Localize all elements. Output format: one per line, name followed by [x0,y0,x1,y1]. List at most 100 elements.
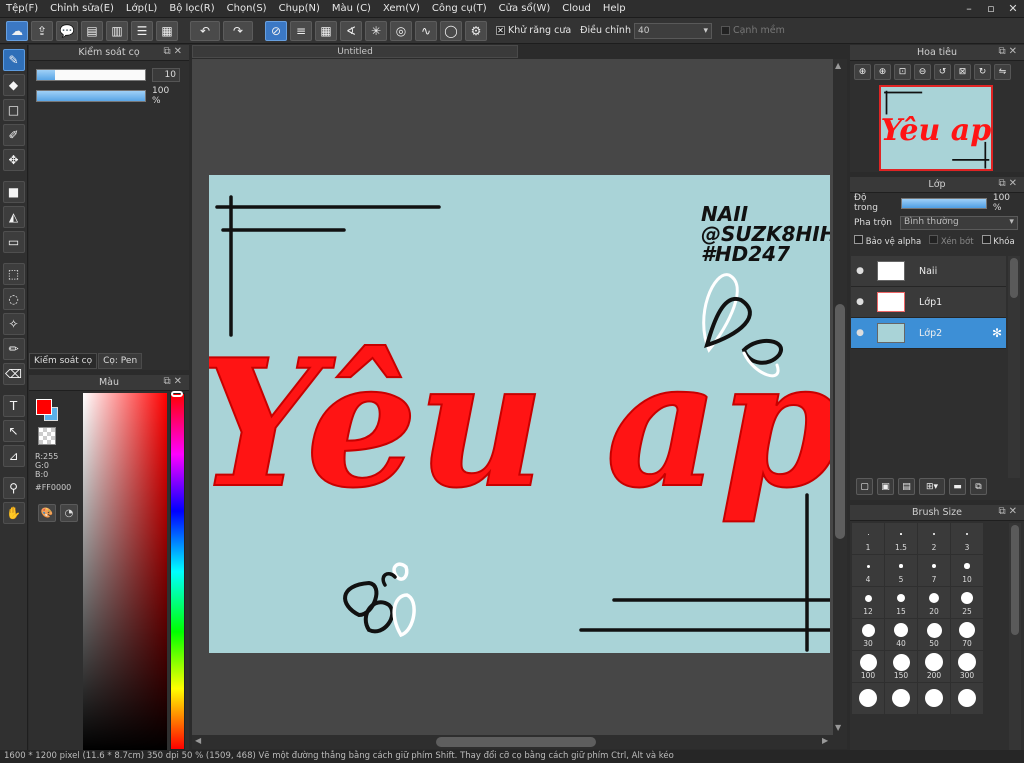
radial-snap-icon[interactable]: ✳ [365,20,387,41]
menu-filter[interactable]: Bộ lọc(R) [163,0,220,18]
brush-size-cell[interactable] [885,683,917,714]
canvas-vertical-scrollbar[interactable]: ▲ ▼ [833,59,847,735]
brush-size-cell[interactable]: 150 [885,651,917,682]
brush-size-cell[interactable]: 12 [852,587,884,618]
brush-size-cell[interactable]: 2 [918,523,950,554]
hue-slider-handle[interactable] [171,391,183,397]
visibility-icon[interactable]: ● [851,297,869,307]
brush-size-cell[interactable]: 15 [885,587,917,618]
saturation-value-picker[interactable] [83,393,167,750]
canvas-workspace[interactable]: NAII @SUZK8HIHI #HD247 Yêu ap [192,59,833,735]
page-icon[interactable]: ▥ [106,20,128,41]
list-icon[interactable]: ☰ [131,20,153,41]
panel-controls-icon[interactable]: ⧉✕ [163,46,185,57]
layer-scrollbar[interactable] [1008,256,1020,478]
tab-brush-control[interactable]: Kiểm soát cọ [29,353,98,369]
menu-cloud[interactable]: Cloud [556,0,597,18]
layer-opacity-slider[interactable] [901,197,987,209]
undo-icon[interactable]: ↶ [190,20,220,41]
duplicate-layer-icon[interactable]: ⧉ [970,478,987,495]
menu-layer[interactable]: Lớp(L) [120,0,163,18]
rotate-left-icon[interactable]: ↺ [934,64,951,80]
transparent-color-swatch[interactable] [38,427,56,445]
no-snap-icon[interactable]: ⊘ [265,20,287,41]
operation-tool-icon[interactable]: ↖ [2,420,25,442]
eyedropper-tool-icon[interactable]: ⚲ [2,477,25,499]
gradient-tool-icon[interactable]: ▭ [2,231,25,253]
new-8bit-layer-icon[interactable]: ▤ [898,478,915,495]
brush-size-slider[interactable] [36,69,146,81]
brush-size-cell[interactable] [951,683,983,714]
clipping-checkbox[interactable]: Xén bớt [929,235,974,247]
close-icon[interactable]: ✕ [1002,2,1024,15]
brush-size-cell[interactable] [852,683,884,714]
tab-brush-pen[interactable]: Cọ: Pen [98,353,143,369]
brush-opacity-slider[interactable] [36,90,146,102]
divide-tool-icon[interactable]: ⊿ [2,445,25,467]
foreground-color-swatch[interactable] [36,399,52,415]
bucket-tool-icon[interactable]: ◭ [2,206,25,228]
panel-controls-icon[interactable]: ⧉✕ [998,46,1020,57]
navigator-preview[interactable]: Yêu ap [879,85,993,171]
flip-icon[interactable]: ⇋ [994,64,1011,80]
parallel-snap-icon[interactable]: ≡ [290,20,312,41]
cloud-icon[interactable]: ☁ [6,20,28,41]
arrow-left-icon[interactable]: ◀ [195,736,201,745]
maximize-icon[interactable]: ▫ [980,2,1002,15]
hue-slider[interactable] [170,393,185,750]
share-icon[interactable]: ⇪ [31,20,53,41]
arrow-down-icon[interactable]: ▼ [835,723,841,732]
brush-size-cell[interactable]: 25 [951,587,983,618]
blend-mode-select[interactable]: Bình thường ▾ [899,216,1018,230]
brush-size-cell[interactable]: 40 [885,619,917,650]
brush-size-cell[interactable]: 4 [852,555,884,586]
layer-row-naii[interactable]: ● Naii [851,256,1006,287]
minimize-icon[interactable]: – [958,2,980,15]
hand-tool-icon[interactable]: ✋ [2,502,25,524]
rotate-right-icon[interactable]: ↻ [974,64,991,80]
layer-row-lop2[interactable]: ● Lớp2 ✻ [851,318,1006,349]
brush-size-scrollbar[interactable] [1009,523,1021,750]
menu-color[interactable]: Màu (C) [326,0,377,18]
message-icon[interactable]: ▤ [81,20,103,41]
menu-file[interactable]: Tệp(F) [0,0,44,18]
brush-size-cell[interactable]: 100 [852,651,884,682]
correction-select[interactable]: 40 ▾ [633,22,712,39]
select-pen-icon[interactable]: ✏ [2,338,25,360]
reset-view-icon[interactable]: ⊠ [954,64,971,80]
menu-help[interactable]: Help [597,0,632,18]
magic-wand-icon[interactable]: ✧ [2,313,25,335]
color-settings-icon[interactable]: ◔ [60,504,78,522]
redo-icon[interactable]: ↷ [223,20,253,41]
zoom-out-icon[interactable]: ⊖ [914,64,931,80]
visibility-icon[interactable]: ● [851,328,869,338]
arrow-right-icon[interactable]: ▶ [822,736,828,745]
brush-size-cell[interactable]: 50 [918,619,950,650]
select-tool-icon[interactable]: ⬚ [2,263,25,285]
menu-snap[interactable]: Chụp(N) [273,0,326,18]
folder-icon[interactable]: ▬ [949,478,966,495]
protect-alpha-checkbox[interactable]: Bảo vệ alpha [854,235,921,247]
comment-icon[interactable]: 💬 [56,20,78,41]
new-layer-icon[interactable]: ▢ [856,478,873,495]
dot-tool-icon[interactable]: □ [2,99,25,121]
brush-size-cell[interactable]: 200 [918,651,950,682]
menu-view[interactable]: Xem(V) [377,0,426,18]
menu-select[interactable]: Chọn(S) [221,0,273,18]
panel-controls-icon[interactable]: ⧉✕ [998,178,1020,189]
brush-size-value[interactable]: 10 [152,68,180,82]
lock-checkbox[interactable]: Khóa [981,235,1015,247]
antialias-checkbox[interactable]: ✕ Khử răng cưa [496,25,571,36]
brush-size-cell[interactable]: 300 [951,651,983,682]
horizontal-scroll-thumb[interactable] [436,737,596,747]
shape-tool-icon[interactable]: ■ [2,181,25,203]
brush-size-cell[interactable]: 7 [918,555,950,586]
snap-settings-icon[interactable]: ⚙ [465,20,487,41]
panel-controls-icon[interactable]: ⧉✕ [163,376,185,387]
panel-controls-icon[interactable]: ⧉✕ [998,506,1020,517]
menu-edit[interactable]: Chỉnh sửa(E) [44,0,120,18]
brush-size-cell[interactable]: 10 [951,555,983,586]
grid-icon[interactable]: ▦ [156,20,178,41]
brush-size-cell[interactable]: 70 [951,619,983,650]
grid-snap-icon[interactable]: ▦ [315,20,337,41]
